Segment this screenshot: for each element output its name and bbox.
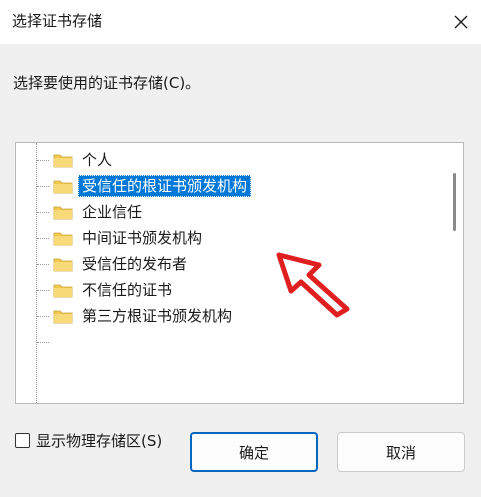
- folder-icon: [53, 258, 73, 272]
- tree-branch-line: [37, 238, 49, 239]
- annotation-arrow-icon: [276, 252, 350, 318]
- tree-item-trusted-root[interactable]: 受信任的根证书颁发机构: [16, 173, 436, 199]
- show-physical-stores-label: 显示物理存储区(S): [36, 431, 163, 450]
- folder-icon: [53, 154, 73, 168]
- tree-item-trusted-publishers[interactable]: 受信任的发布者: [16, 251, 436, 277]
- window-title: 选择证书存储: [12, 12, 103, 30]
- close-icon: [454, 15, 467, 29]
- tree-item-label: 中间证书颁发机构: [82, 229, 203, 247]
- tree-branch-line: [37, 342, 49, 343]
- tree-item-label: 企业信任: [82, 203, 143, 221]
- tree-branch-line: [37, 316, 49, 317]
- dialog-content: 选择要使用的证书存储(C)。 个人 受信任的根证书颁发机构 企业信任 中间证书颁…: [0, 44, 481, 497]
- ok-button[interactable]: 确定: [190, 432, 318, 472]
- cancel-button[interactable]: 取消: [337, 432, 465, 472]
- tree-branch-line: [37, 160, 49, 161]
- scrollbar-thumb[interactable]: [453, 173, 456, 231]
- prompt-text: 选择要使用的证书存储(C)。: [13, 74, 201, 92]
- tree-item-intermediate[interactable]: 中间证书颁发机构: [16, 225, 436, 251]
- show-physical-stores-checkbox[interactable]: [15, 432, 30, 448]
- folder-icon: [53, 284, 73, 298]
- tree-branch-line: [37, 264, 49, 265]
- tree-viewport: 个人 受信任的根证书颁发机构 企业信任 中间证书颁发机构 受信任的发布者 不信任…: [16, 143, 446, 403]
- close-button[interactable]: [440, 0, 481, 44]
- tree-item-partial[interactable]: [16, 329, 436, 355]
- tree-item-label: 个人: [82, 151, 113, 169]
- tree-scrollbar[interactable]: [445, 143, 463, 403]
- tree-item-untrusted[interactable]: 不信任的证书: [16, 277, 436, 303]
- tree-item-label: 受信任的根证书颁发机构: [78, 175, 252, 197]
- tree-item-label: 受信任的发布者: [82, 255, 188, 273]
- tree-item-enterprise-trust[interactable]: 企业信任: [16, 199, 436, 225]
- tree-branch-line: [37, 290, 49, 291]
- folder-icon: [53, 310, 73, 324]
- tree-item-third-party-root[interactable]: 第三方根证书颁发机构: [16, 303, 436, 329]
- tree-item-label: 不信任的证书: [82, 281, 173, 299]
- folder-icon: [53, 206, 73, 220]
- folder-icon: [53, 180, 73, 194]
- tree-item-personal[interactable]: 个人: [16, 147, 436, 173]
- tree-item-label: 第三方根证书颁发机构: [82, 307, 233, 325]
- tree-branch-line: [37, 186, 49, 187]
- show-physical-stores-row[interactable]: 显示物理存储区(S): [15, 429, 162, 451]
- folder-icon: [53, 232, 73, 246]
- certificate-store-tree[interactable]: 个人 受信任的根证书颁发机构 企业信任 中间证书颁发机构 受信任的发布者 不信任…: [15, 142, 464, 404]
- title-bar: 选择证书存储: [0, 0, 481, 44]
- tree-branch-line: [37, 212, 49, 213]
